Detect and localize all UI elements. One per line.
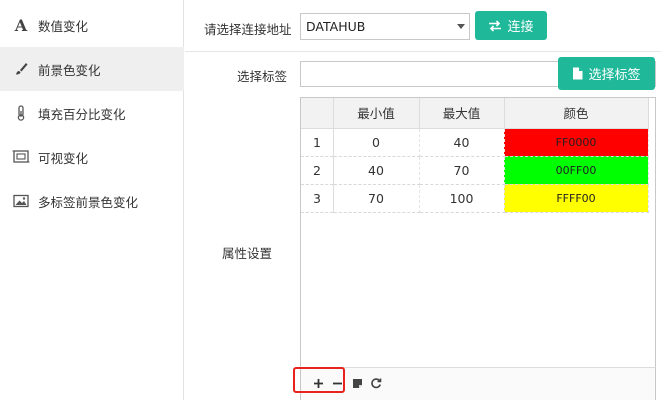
cell-min[interactable]: 70 [333, 184, 420, 213]
sidebar-item-multi-tag-color-change[interactable]: 多标签前景色变化 [0, 179, 184, 223]
connection-select[interactable]: DATAHUB [300, 13, 470, 40]
cell-min[interactable]: 40 [333, 156, 420, 185]
cell-max[interactable]: 40 [419, 128, 505, 157]
connect-button-label: 连接 [507, 20, 534, 35]
cell-min[interactable]: 0 [333, 128, 420, 157]
save-icon[interactable] [349, 375, 365, 391]
row-number: 1 [301, 128, 334, 157]
col-header-index [301, 98, 334, 129]
cell-color[interactable]: FF0000 [504, 128, 649, 157]
sidebar: A 数值变化 前景色变化 填充百分比变化 可视变化 多标签前景色变化 [0, 0, 184, 400]
sidebar-item-label: 填充百分比变化 [38, 106, 126, 122]
table-header-row: 最小值 最大值 颜色 [301, 98, 649, 129]
sidebar-item-label: 前景色变化 [38, 62, 101, 78]
sidebar-item-fill-percent-change[interactable]: 填充百分比变化 [0, 91, 184, 135]
sidebar-item-label: 数值变化 [38, 18, 89, 34]
connect-button[interactable]: 连接 [475, 11, 547, 40]
sidebar-item-foreground-color-change[interactable]: 前景色变化 [0, 47, 184, 91]
grid-toolbar [300, 367, 656, 400]
properties-label: 属性设置 [222, 246, 273, 261]
paint-brush-icon [12, 60, 30, 78]
highlight-annotation [293, 367, 345, 393]
sidebar-item-label: 多标签前景色变化 [38, 194, 139, 210]
col-header-min[interactable]: 最小值 [333, 98, 420, 129]
image-icon [12, 192, 30, 210]
font-a-icon: A [14, 15, 28, 35]
sidebar-item-visibility-change[interactable]: 可视变化 [0, 135, 184, 179]
select-tag-button[interactable]: 选择标签 [558, 57, 655, 90]
properties-table: 最小值 最大值 颜色 1 0 40 FF0000 2 40 70 00FF00 … [301, 98, 649, 213]
chevron-down-icon [457, 24, 465, 29]
cell-color[interactable]: 00FF00 [504, 156, 649, 185]
divider [185, 51, 661, 52]
exchange-arrows-icon [488, 19, 502, 32]
cell-color[interactable]: FFFF00 [504, 184, 649, 213]
table-row[interactable]: 1 0 40 FF0000 [301, 128, 649, 157]
connection-label: 请选择连接地址 [204, 22, 292, 37]
cell-max[interactable]: 70 [419, 156, 505, 185]
connection-select-value: DATAHUB [306, 19, 366, 34]
file-icon [572, 67, 583, 80]
sidebar-item-label: 可视变化 [38, 150, 89, 166]
properties-grid: 最小值 最大值 颜色 1 0 40 FF0000 2 40 70 00FF00 … [300, 97, 656, 400]
select-tag-button-label: 选择标签 [588, 68, 641, 83]
thermometer-icon [12, 104, 30, 122]
table-row[interactable]: 2 40 70 00FF00 [301, 156, 649, 185]
col-header-max[interactable]: 最大值 [419, 98, 505, 129]
sidebar-item-value-change[interactable]: A 数值变化 [0, 3, 184, 47]
col-header-color[interactable]: 颜色 [504, 98, 649, 129]
row-number: 3 [301, 184, 334, 213]
refresh-icon[interactable] [368, 375, 384, 391]
table-row[interactable]: 3 70 100 FFFF00 [301, 184, 649, 213]
row-number: 2 [301, 156, 334, 185]
screen-frame-icon [12, 148, 30, 166]
cell-max[interactable]: 100 [419, 184, 505, 213]
tag-label: 选择标签 [237, 69, 288, 84]
